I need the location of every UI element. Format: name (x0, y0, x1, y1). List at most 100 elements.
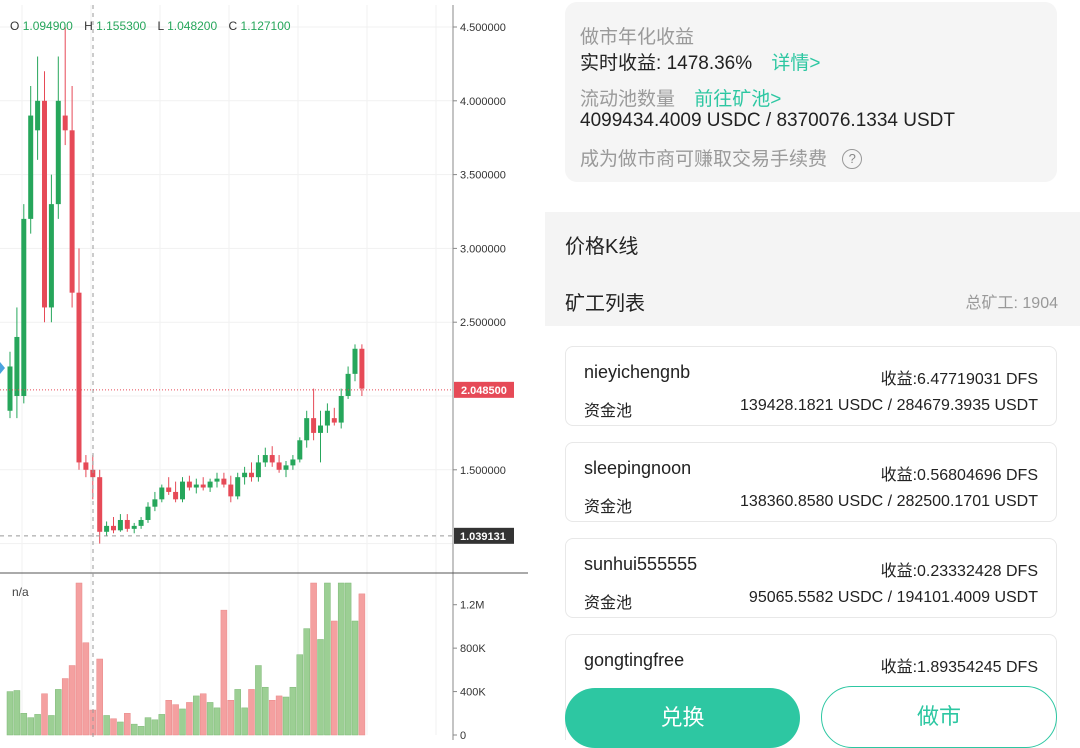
candle-body (207, 481, 213, 488)
candle-body (69, 130, 75, 293)
candle-body (76, 292, 82, 463)
miner-pool-label: 资金池 (584, 595, 633, 612)
price-tick-label: 4.500000 (460, 22, 506, 34)
miner-name: sunhui555555 (584, 554, 698, 574)
help-icon[interactable]: ? (842, 149, 863, 169)
ohlc-low-label: L (157, 19, 164, 33)
candle-body (28, 115, 34, 219)
volume-bar (296, 654, 304, 736)
volume-bar (124, 713, 131, 736)
volume-bar (282, 696, 290, 736)
candle-body (324, 410, 330, 426)
volume-bar (255, 665, 262, 736)
volume-bar (289, 686, 297, 736)
candle-body (290, 459, 296, 466)
volume-bar (41, 693, 48, 736)
ohlc-high-label: H (84, 19, 93, 33)
miner-name: sleepingnoon (584, 458, 692, 478)
candle-body (111, 525, 116, 531)
tab-price-kline[interactable]: 价格K线 (565, 230, 638, 259)
ohlc-open-value: 1.094900 (22, 19, 73, 33)
miner-earnings-label: 收益: (880, 467, 918, 484)
volume-bar (13, 690, 21, 736)
total-miners: 总矿工: 1904 (966, 289, 1059, 313)
volume-tick-label: 1.2M (460, 600, 484, 612)
ohlc-close-label: C (228, 19, 238, 33)
swap-button[interactable]: 兑换 (565, 688, 800, 748)
volume-bar (179, 708, 186, 736)
volume-bar (241, 707, 248, 736)
candle-body (235, 477, 241, 497)
candle-body (221, 478, 227, 485)
candle-body (262, 455, 268, 463)
miner-earnings-label: 收益: (880, 659, 918, 676)
volume-bar (262, 686, 269, 736)
candle-body (311, 418, 317, 433)
left-edge-marker-icon (0, 362, 5, 374)
candle-body (14, 336, 20, 396)
volume-bar (317, 639, 324, 736)
kline-chart[interactable]: 4.500000 4.000000 3.500000 3.000000 2.500000… (0, 0, 545, 740)
volume-bar (324, 582, 331, 736)
miner-card[interactable]: sunhui555555 收益:0.23332428 DFS 资金池 95065… (565, 538, 1057, 618)
volume-bar (27, 717, 34, 736)
tab-miner-list[interactable]: 矿工列表 (565, 287, 645, 316)
miner-pool-value: 95065.5582 USDC / 194101.4009 USDT (748, 589, 1038, 606)
candle-body (269, 455, 275, 463)
candle-body (283, 465, 289, 470)
ohlc-open-label: O (10, 19, 20, 33)
volume-bar (331, 620, 338, 736)
low-price-label: 1.039131 (460, 531, 506, 543)
realtime-yield-label: 实时收益: (580, 53, 662, 74)
candle-body (55, 100, 61, 205)
right-panel: 做市年化收益 实时收益: 1478.36% 详情> 流动池数量 前往矿池> 40… (545, 0, 1080, 748)
volume-bar (20, 713, 28, 736)
fee-note-text: 成为做市商可赚取交易手续费 (580, 149, 828, 170)
volume-bar (137, 726, 145, 736)
volume-bar (234, 689, 241, 736)
volume-bar (248, 689, 255, 736)
candle-body (7, 366, 13, 411)
market-maker-info-card: 做市年化收益 实时收益: 1478.36% 详情> 流动池数量 前往矿池> 40… (565, 2, 1057, 182)
candle-body (117, 519, 123, 531)
volume-bar (337, 582, 345, 736)
fee-note: 成为做市商可赚取交易手续费 ? (580, 144, 863, 171)
volume-bar (75, 582, 83, 736)
volume-bar (268, 700, 276, 736)
volume-tick-label: 800K (460, 643, 486, 655)
candle-body (21, 218, 27, 396)
miner-earnings-value: 6.47719031 DFS (917, 371, 1038, 388)
volume-bar (89, 709, 97, 736)
candle-body (242, 472, 248, 478)
miner-earnings-label: 收益: (880, 563, 918, 580)
miner-card[interactable]: sleepingnoon 收益:0.56804696 DFS 资金池 13836… (565, 442, 1057, 522)
miner-earnings-value: 0.23332428 DFS (917, 563, 1038, 580)
ohlc-legend: O 1.094900 H 1.155300 L 1.048200 C 1.127… (10, 19, 299, 33)
volume-bar (82, 642, 90, 736)
miner-name: nieyichengnb (584, 362, 691, 382)
market-make-button[interactable]: 做市 (821, 686, 1057, 748)
volume-bar (199, 693, 207, 736)
volume-bar (351, 620, 359, 736)
volume-tick-label: 400K (460, 687, 486, 699)
candle-body (97, 477, 103, 532)
volume-bar (61, 678, 69, 736)
volume-bar (6, 691, 14, 736)
miner-card[interactable]: nieyichengnb 收益:6.47719031 DFS 资金池 13942… (565, 346, 1057, 426)
candle-body (297, 440, 303, 460)
details-link[interactable]: 详情> (771, 53, 820, 74)
volume-bar (151, 719, 159, 736)
candle-body (83, 462, 89, 470)
kline-chart-panel[interactable]: 4.500000 4.000000 3.500000 3.000000 2.500000… (0, 0, 545, 740)
ohlc-close-value: 1.127100 (240, 19, 291, 33)
go-to-pool-link[interactable]: 前往矿池> (694, 89, 781, 110)
miner-earnings: 收益:0.56804696 DFS (881, 461, 1038, 485)
realtime-yield-value: 1478.36% (666, 53, 753, 74)
candle-body (345, 373, 351, 396)
volume-tick-label: 0 (460, 730, 466, 740)
miner-pool-label: 资金池 (584, 403, 633, 420)
volume-bar (358, 593, 366, 736)
volume-bar (96, 658, 103, 736)
volume-bar (206, 702, 214, 736)
volume-bar (68, 665, 76, 736)
